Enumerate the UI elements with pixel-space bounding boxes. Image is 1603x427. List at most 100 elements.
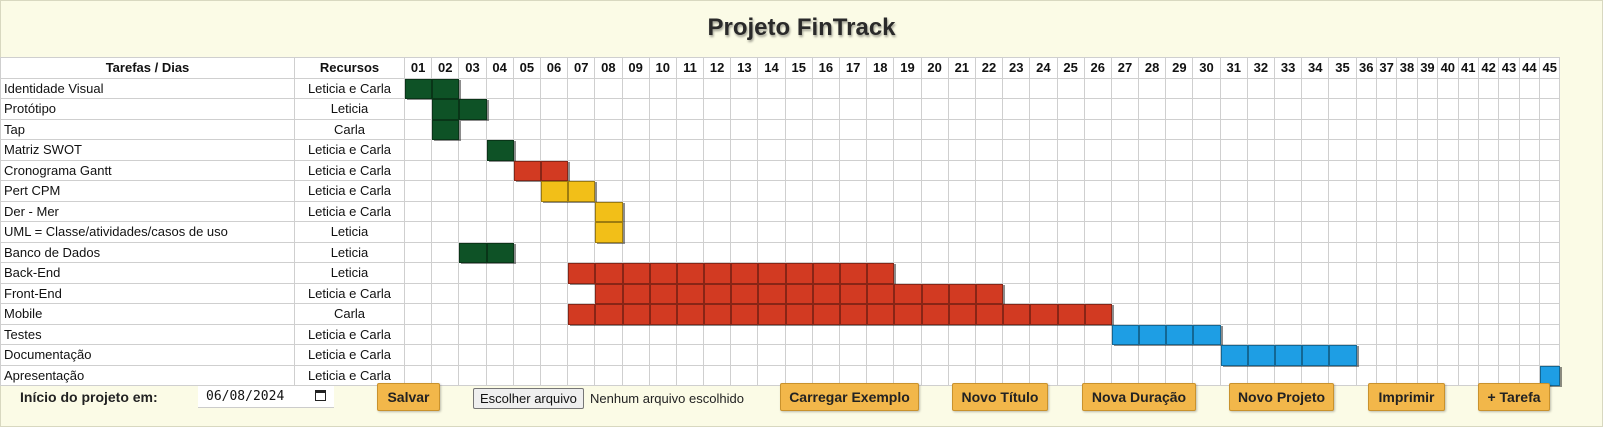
day-cell[interactable] (1138, 200, 1167, 222)
day-cell[interactable] (594, 180, 623, 202)
day-cell[interactable] (974, 139, 1004, 161)
day-cell[interactable] (1375, 323, 1398, 345)
day-cell[interactable] (811, 323, 841, 345)
day-cell[interactable] (1477, 118, 1500, 140)
day-cell[interactable] (1539, 344, 1561, 366)
day-cell[interactable] (838, 98, 868, 120)
day-cell[interactable] (1396, 77, 1418, 99)
day-cell[interactable] (784, 159, 813, 181)
day-cell[interactable] (1246, 282, 1276, 304)
day-cell[interactable] (1083, 262, 1112, 284)
day-cell[interactable] (1138, 180, 1167, 202)
day-cell[interactable] (539, 139, 569, 161)
day-cell[interactable] (1375, 303, 1398, 325)
day-cell[interactable] (539, 241, 569, 263)
task-name[interactable]: Matriz SWOT (0, 139, 295, 161)
day-cell[interactable] (974, 77, 1004, 99)
task-row[interactable]: Pert CPM Leticia e Carla (0, 180, 1561, 202)
day-cell[interactable] (1165, 282, 1194, 304)
day-cell[interactable] (1165, 200, 1194, 222)
task-resource[interactable]: Leticia (294, 241, 405, 263)
day-cell[interactable] (1056, 262, 1085, 284)
day-cell[interactable] (567, 303, 596, 325)
day-cell[interactable] (893, 180, 922, 202)
day-cell[interactable] (1396, 139, 1418, 161)
day-cell[interactable] (1498, 241, 1520, 263)
day-cell[interactable] (621, 241, 650, 263)
day-cell[interactable] (675, 262, 705, 284)
day-cell[interactable] (1301, 303, 1330, 325)
start-date-input[interactable]: 06/08/2024 (198, 386, 334, 408)
day-cell[interactable] (730, 323, 759, 345)
day-cell[interactable] (1083, 159, 1112, 181)
day-cell[interactable] (920, 159, 949, 181)
day-cell[interactable] (1219, 221, 1248, 243)
day-cell[interactable] (1396, 118, 1418, 140)
day-cell[interactable] (1002, 180, 1031, 202)
day-cell[interactable] (1301, 221, 1330, 243)
day-cell[interactable] (1396, 180, 1418, 202)
day-cell[interactable] (1518, 118, 1541, 140)
day-cell[interactable] (648, 221, 677, 243)
day-cell[interactable] (838, 262, 868, 284)
day-cell[interactable] (1375, 282, 1398, 304)
day-cell[interactable] (403, 159, 433, 181)
day-cell[interactable] (1219, 77, 1248, 99)
day-cell[interactable] (947, 262, 976, 284)
task-bar-segment[interactable] (812, 304, 840, 325)
day-cell[interactable] (485, 77, 514, 99)
day-cell[interactable] (1165, 98, 1194, 120)
day-cell[interactable] (1518, 98, 1541, 120)
day-cell[interactable] (567, 98, 596, 120)
day-cell[interactable] (1219, 139, 1248, 161)
task-bar-segment[interactable] (568, 304, 596, 325)
day-cell[interactable] (1056, 77, 1085, 99)
day-cell[interactable] (1083, 139, 1112, 161)
day-cell[interactable] (1192, 323, 1221, 345)
day-cell[interactable] (621, 98, 650, 120)
day-cell[interactable] (1056, 241, 1085, 263)
day-cell[interactable] (920, 139, 949, 161)
day-cell[interactable] (1246, 200, 1276, 222)
day-cell[interactable] (784, 221, 813, 243)
day-cell[interactable] (1002, 303, 1031, 325)
day-cell[interactable] (594, 77, 623, 99)
day-cell[interactable] (811, 200, 841, 222)
task-bar-segment[interactable] (676, 304, 705, 325)
day-cell[interactable] (648, 323, 677, 345)
day-cell[interactable] (458, 303, 487, 325)
task-row[interactable]: Documentação Leticia e Carla (0, 344, 1561, 366)
day-cell[interactable] (675, 344, 705, 366)
day-cell[interactable] (621, 180, 650, 202)
day-cell[interactable] (947, 221, 976, 243)
day-cell[interactable] (1477, 77, 1500, 99)
day-cell[interactable] (403, 282, 433, 304)
day-cell[interactable] (1002, 159, 1031, 181)
calendar-icon[interactable] (315, 390, 326, 401)
task-bar-segment[interactable] (948, 304, 976, 325)
task-bar-segment[interactable] (785, 263, 813, 284)
day-cell[interactable] (1396, 262, 1418, 284)
task-resource[interactable]: Leticia (294, 262, 405, 284)
day-cell[interactable] (539, 303, 569, 325)
day-cell[interactable] (1498, 200, 1520, 222)
day-cell[interactable] (784, 118, 813, 140)
day-cell[interactable] (1396, 344, 1418, 366)
task-bar-segment[interactable] (704, 283, 732, 304)
day-cell[interactable] (1056, 159, 1085, 181)
day-cell[interactable] (1056, 98, 1085, 120)
day-cell[interactable] (539, 221, 569, 243)
day-cell[interactable] (838, 221, 868, 243)
task-bar-segment[interactable] (1003, 304, 1031, 325)
task-bar-segment[interactable] (1084, 304, 1112, 325)
day-cell[interactable] (1518, 180, 1541, 202)
day-cell[interactable] (1246, 159, 1276, 181)
task-bar-segment[interactable] (1193, 324, 1221, 345)
day-cell[interactable] (675, 323, 705, 345)
day-cell[interactable] (1355, 241, 1377, 263)
day-cell[interactable] (947, 200, 976, 222)
task-bar-segment[interactable] (704, 304, 732, 325)
task-resource[interactable]: Leticia (294, 98, 405, 120)
day-cell[interactable] (1355, 262, 1377, 284)
day-cell[interactable] (703, 303, 732, 325)
